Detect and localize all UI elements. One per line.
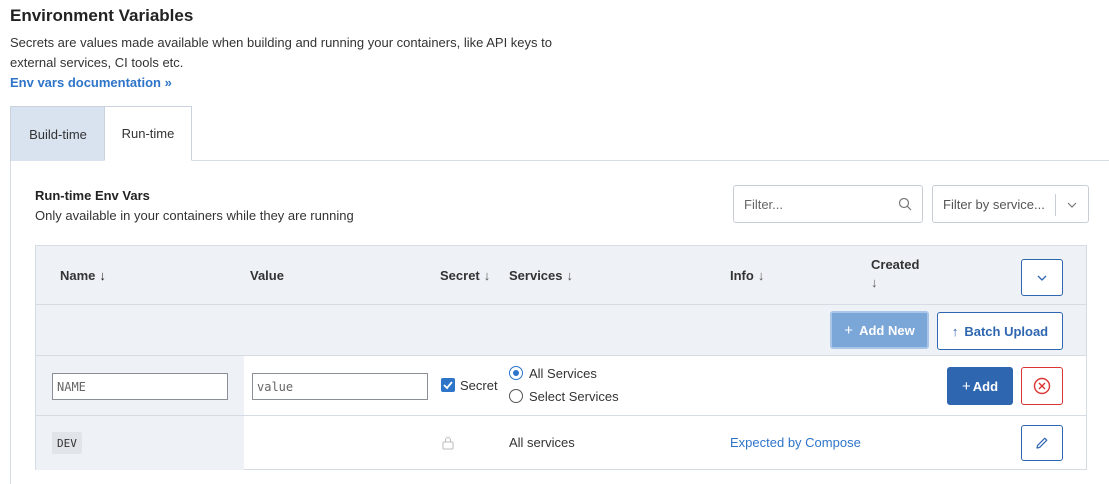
env-var-services: All services <box>509 435 575 450</box>
name-input[interactable] <box>57 379 227 394</box>
table-row: DEV All services Expected by Compose <box>36 416 1086 470</box>
pencil-icon <box>1036 437 1048 449</box>
value-input[interactable] <box>257 379 427 394</box>
radio-all-services[interactable] <box>509 366 523 380</box>
radio-select-services-label: Select Services <box>529 389 619 404</box>
lock-icon <box>442 437 454 450</box>
filter-field[interactable] <box>733 185 923 223</box>
section-subtitle: Only available in your containers while … <box>35 208 354 223</box>
sort-arrow-icon: ↓ <box>757 268 765 283</box>
checkmark-icon <box>443 381 453 390</box>
arrow-up-icon: ↑ <box>951 323 959 339</box>
column-name-label: Name <box>60 268 96 283</box>
name-field[interactable] <box>52 373 228 400</box>
tab-build-time[interactable]: Build-time <box>10 106 105 161</box>
tab-run-time[interactable]: Run-time <box>104 106 192 161</box>
plus-icon: + <box>961 377 971 395</box>
column-header-name[interactable]: Name ↓ <box>60 268 106 283</box>
section-title: Run-time Env Vars <box>35 188 150 203</box>
value-field[interactable] <box>252 373 428 400</box>
secret-checkbox[interactable] <box>441 378 455 392</box>
discard-button[interactable] <box>1021 367 1063 405</box>
service-filter-select[interactable]: Filter by service... <box>932 185 1089 223</box>
service-filter-placeholder: Filter by service... <box>943 196 1045 212</box>
edit-button[interactable] <box>1021 425 1063 461</box>
page-title: Environment Variables <box>10 6 194 25</box>
env-vars-docs-link[interactable]: Env vars documentation » <box>10 75 172 90</box>
env-vars-table: Name ↓ Value Secret ↓ Services ↓ Info ↓ … <box>35 245 1087 470</box>
column-header-info[interactable]: Info ↓ <box>730 268 764 283</box>
env-var-info-link[interactable]: Expected by Compose <box>730 435 861 450</box>
column-header-services[interactable]: Services ↓ <box>509 268 573 283</box>
select-separator <box>1055 194 1056 216</box>
sort-arrow-icon: ↓ <box>483 268 491 283</box>
add-label: Add <box>972 378 999 394</box>
column-secret-label: Secret <box>440 268 480 283</box>
table-actions-row: + Add New ↑ Batch Upload <box>36 305 1086 356</box>
column-header-secret[interactable]: Secret ↓ <box>440 268 490 283</box>
batch-upload-button[interactable]: ↑ Batch Upload <box>937 312 1063 350</box>
column-services-label: Services <box>509 268 563 283</box>
page-description: Secrets are values made available when b… <box>10 35 552 70</box>
search-icon <box>898 197 912 211</box>
env-var-name: DEV <box>52 432 82 454</box>
sort-arrow-icon: ↓ <box>566 268 574 283</box>
new-env-var-row: Secret All Services Select Services + Ad… <box>36 356 1086 416</box>
column-header-value: Value <box>250 268 284 283</box>
column-info-label: Info <box>730 268 754 283</box>
add-new-label: Add New <box>859 322 915 338</box>
filter-input[interactable] <box>744 196 894 212</box>
batch-upload-label: Batch Upload <box>964 323 1049 339</box>
sort-arrow-icon: ↓ <box>871 275 878 290</box>
chevron-down-icon <box>1037 275 1047 281</box>
column-value-label: Value <box>250 268 284 283</box>
chevron-down-icon <box>1067 202 1077 208</box>
sort-arrow-icon: ↓ <box>99 268 106 283</box>
radio-select-services[interactable] <box>509 389 523 403</box>
close-circle-icon <box>1033 377 1051 395</box>
add-button[interactable]: + Add <box>947 367 1013 405</box>
add-new-button[interactable]: + Add New <box>830 311 929 349</box>
table-header: Name ↓ Value Secret ↓ Services ↓ Info ↓ … <box>36 246 1086 305</box>
column-created-label: Created <box>871 257 920 272</box>
column-header-created[interactable]: Created ↓ <box>871 257 919 290</box>
plus-icon: + <box>844 321 854 339</box>
toggle-actions-button[interactable] <box>1021 259 1063 296</box>
secret-checkbox-label: Secret <box>460 378 498 393</box>
radio-all-services-label: All Services <box>529 366 597 381</box>
